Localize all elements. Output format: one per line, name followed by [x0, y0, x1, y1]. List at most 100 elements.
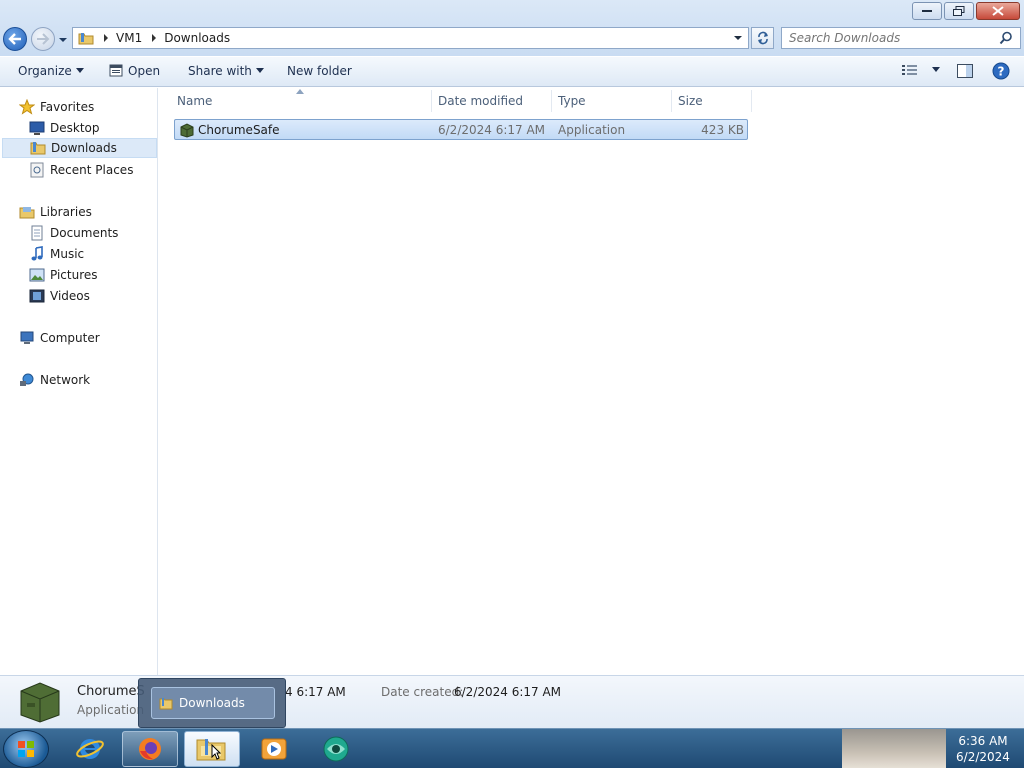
- media-player-icon: [261, 738, 287, 760]
- column-date-label: Date modified: [438, 94, 524, 108]
- new-folder-button[interactable]: New folder: [287, 64, 352, 78]
- search-icon[interactable]: [999, 31, 1013, 45]
- nav-libraries[interactable]: Libraries: [19, 202, 92, 222]
- notification-area: [842, 729, 946, 768]
- mouse-cursor-icon: [211, 744, 221, 760]
- nav-computer-label: Computer: [40, 331, 100, 345]
- taskbar-media-player[interactable]: [246, 731, 302, 767]
- clock[interactable]: 6:36 AM 6/2/2024: [946, 733, 1020, 765]
- thumbnail-item-downloads[interactable]: Downloads: [151, 687, 275, 719]
- breadcrumb-downloads[interactable]: Downloads: [164, 31, 230, 45]
- change-view-button[interactable]: [902, 64, 940, 76]
- column-type-label: Type: [558, 94, 586, 108]
- organize-label: Organize: [18, 64, 72, 78]
- share-with-button[interactable]: Share with: [188, 64, 264, 78]
- taskbar-firefox[interactable]: [122, 731, 178, 767]
- column-header-name[interactable]: Name: [159, 89, 432, 112]
- nav-music[interactable]: Music: [29, 244, 84, 264]
- file-row[interactable]: ChorumeSafe 6/2/2024 6:17 AM Application…: [174, 119, 748, 140]
- column-header-size[interactable]: Size: [660, 90, 752, 112]
- music-icon: [31, 246, 43, 261]
- taskbar: 6:36 AM 6/2/2024: [0, 728, 1024, 768]
- star-icon: [19, 99, 35, 115]
- recent-pages-button[interactable]: [58, 34, 68, 44]
- nav-pictures[interactable]: Pictures: [29, 265, 98, 285]
- help-icon: ?: [992, 62, 1010, 80]
- open-label: Open: [128, 64, 161, 78]
- new-folder-label: New folder: [287, 64, 352, 78]
- column-name-label: Name: [177, 94, 213, 108]
- column-header-type[interactable]: Type: [540, 90, 672, 112]
- address-bar[interactable]: VM1 Downloads: [72, 27, 749, 49]
- application-large-icon: [20, 682, 60, 723]
- recent-places-icon: [30, 162, 44, 178]
- taskbar-internet-explorer[interactable]: [62, 731, 118, 767]
- sort-arrow-icon: [296, 89, 304, 94]
- nav-music-label: Music: [50, 247, 85, 261]
- details-date-modified: 4 6:17 AM: [285, 685, 346, 699]
- back-arrow-icon: [8, 33, 21, 45]
- navigation-pane: Favorites Desktop Downloads Recent Place…: [0, 88, 158, 675]
- nav-desktop[interactable]: Desktop: [29, 118, 100, 138]
- details-view-icon: [902, 65, 917, 75]
- network-icon: [20, 373, 34, 386]
- chevron-down-icon: [75, 68, 84, 73]
- breadcrumb-vm1[interactable]: VM1: [116, 31, 142, 45]
- desktop-icon: [29, 121, 45, 135]
- organize-button[interactable]: Organize: [18, 64, 84, 78]
- nav-videos-label: Videos: [50, 289, 90, 303]
- svg-text:?: ?: [998, 65, 1005, 79]
- minimize-button[interactable]: [912, 2, 942, 20]
- pictures-icon: [29, 268, 45, 282]
- folder-icon: [159, 698, 173, 710]
- help-button[interactable]: ?: [992, 62, 1010, 80]
- command-bar: Organize Open Share with New folder ?: [0, 57, 1024, 87]
- nav-computer[interactable]: Computer: [19, 328, 100, 348]
- details-file-name: ChorumeS: [77, 684, 145, 699]
- nav-downloads-label: Downloads: [51, 141, 117, 155]
- file-date-modified: 6/2/2024 6:17 AM: [438, 123, 546, 137]
- nav-favorites[interactable]: Favorites: [19, 97, 94, 117]
- nav-network-label: Network: [40, 373, 91, 387]
- chevron-down-icon: [255, 68, 264, 73]
- nav-videos[interactable]: Videos: [29, 286, 90, 306]
- thumbnail-label: Downloads: [179, 696, 245, 710]
- close-button[interactable]: [976, 2, 1020, 20]
- address-dropdown-icon[interactable]: [733, 33, 743, 43]
- open-button[interactable]: Open: [109, 64, 160, 78]
- nav-documents-label: Documents: [50, 226, 119, 240]
- nav-recent-places-label: Recent Places: [50, 163, 134, 177]
- firefox-icon: [139, 738, 161, 760]
- refresh-icon: [757, 31, 768, 45]
- explorer-title-bar: VM1 Downloads: [0, 0, 1024, 56]
- search-box[interactable]: [781, 27, 1021, 49]
- libraries-icon: [19, 207, 35, 219]
- folder-icon: [78, 33, 94, 45]
- forward-button[interactable]: [31, 27, 55, 51]
- search-input[interactable]: [789, 31, 999, 45]
- nav-recent-places[interactable]: Recent Places: [29, 160, 133, 180]
- nav-downloads[interactable]: Downloads: [2, 138, 157, 158]
- downloads-folder-icon: [30, 142, 46, 155]
- details-file-type: Application: [77, 703, 145, 717]
- refresh-button[interactable]: [751, 27, 774, 49]
- nav-network[interactable]: Network: [19, 370, 90, 390]
- application-icon: [180, 123, 194, 138]
- restore-button[interactable]: [944, 2, 974, 20]
- preview-pane-button[interactable]: [957, 64, 973, 78]
- start-button[interactable]: [3, 730, 49, 768]
- app-globe-icon: [323, 736, 349, 762]
- taskbar-windows-explorer[interactable]: [184, 731, 240, 767]
- taskbar-app[interactable]: [308, 731, 364, 767]
- breadcrumb-separator-icon: [104, 34, 108, 42]
- share-with-label: Share with: [188, 64, 252, 78]
- window-controls: [912, 2, 1020, 20]
- windows-logo-icon: [18, 741, 34, 757]
- file-list-pane: Name Date modified Type Size ChorumeSafe…: [159, 88, 1024, 675]
- nav-pictures-label: Pictures: [50, 268, 98, 282]
- nav-documents[interactable]: Documents: [29, 223, 118, 243]
- file-name: ChorumeSafe: [198, 123, 280, 137]
- column-header-date-modified[interactable]: Date modified: [420, 90, 552, 112]
- back-button[interactable]: [3, 27, 27, 51]
- forward-arrow-icon: [37, 33, 50, 45]
